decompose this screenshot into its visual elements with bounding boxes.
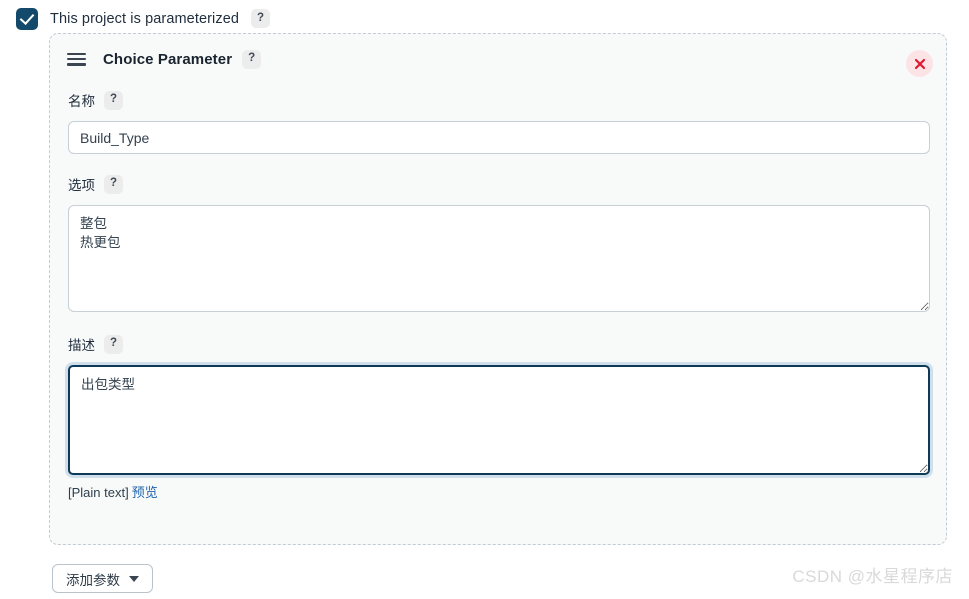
field-description: 描述 ? xyxy=(50,331,946,475)
chevron-down-icon xyxy=(129,575,139,582)
drag-handle-bar xyxy=(67,63,86,66)
drag-handle-bar xyxy=(67,57,86,61)
parameter-type-title: Choice Parameter xyxy=(103,50,233,68)
watermark: CSDN @水星程序店 xyxy=(792,567,953,586)
parameter-card-header: Choice Parameter ? xyxy=(50,34,946,84)
field-description-label: 描述 xyxy=(68,338,95,353)
remove-parameter-button[interactable] xyxy=(906,50,933,77)
drag-handle-bar xyxy=(67,52,86,55)
field-name: 名称 ? xyxy=(50,87,946,154)
project-parameterized-row: This project is parameterized ? xyxy=(0,0,969,30)
field-choices-label: 选项 xyxy=(68,178,95,193)
help-icon-parameter-type[interactable]: ? xyxy=(242,49,262,69)
close-icon xyxy=(914,58,925,69)
project-parameterized-checkbox[interactable] xyxy=(16,7,38,30)
help-icon-parameterized[interactable]: ? xyxy=(251,9,271,28)
field-description-label-row: 描述 ? xyxy=(68,331,928,357)
parameter-description-textarea[interactable] xyxy=(68,365,930,475)
add-parameter-label: 添加参数 xyxy=(66,572,120,588)
field-name-label-row: 名称 ? xyxy=(68,87,928,113)
field-name-label: 名称 xyxy=(68,94,95,109)
description-preview-link[interactable]: 预览 xyxy=(132,485,158,500)
choice-parameter-card: Choice Parameter ? 名称 ? 选项 ? 描述 ? [Plain xyxy=(49,33,947,545)
field-choices-label-row: 选项 ? xyxy=(68,171,928,197)
help-icon-name[interactable]: ? xyxy=(104,90,123,110)
project-parameterized-label: This project is parameterized xyxy=(50,10,240,27)
add-parameter-button[interactable]: 添加参数 xyxy=(52,564,153,593)
field-choices: 选项 ? xyxy=(50,171,946,312)
parameter-name-input[interactable] xyxy=(68,121,930,154)
markup-type-label: [Plain text] xyxy=(68,485,129,500)
help-icon-choices[interactable]: ? xyxy=(104,174,123,194)
drag-handle-icon[interactable] xyxy=(67,52,86,66)
parameter-choices-textarea[interactable] xyxy=(68,205,930,312)
description-markup-row: [Plain text] 预览 xyxy=(50,475,946,501)
help-icon-description[interactable]: ? xyxy=(104,334,123,354)
